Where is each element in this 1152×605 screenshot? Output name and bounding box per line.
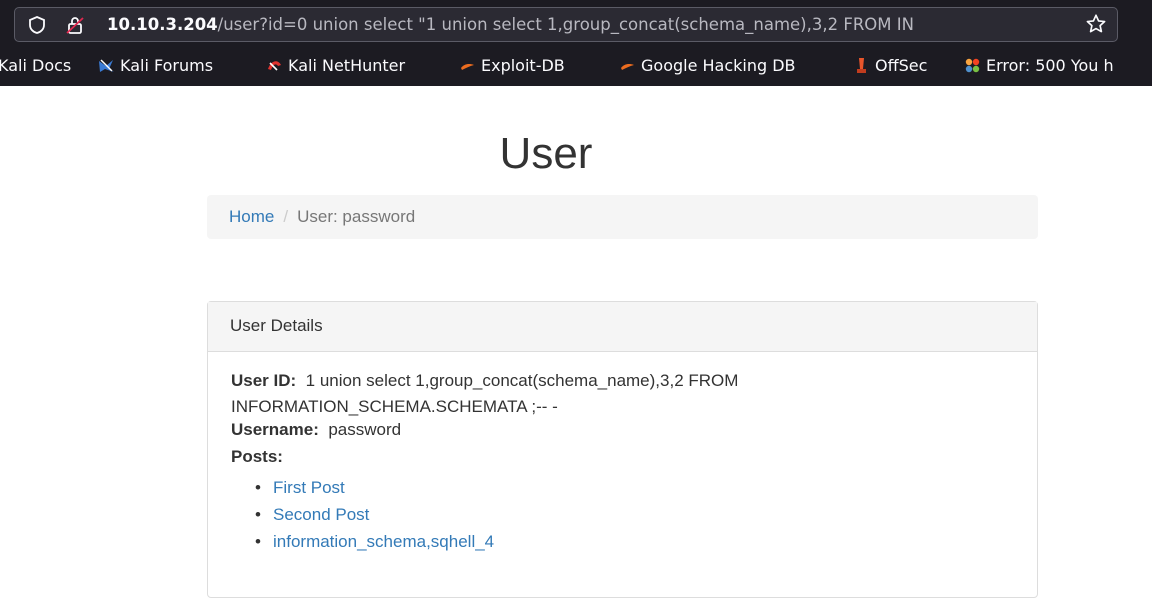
bookmark-offsec[interactable]: OffSec [853, 55, 927, 77]
list-item: Second Post [255, 501, 1014, 528]
user-id-value: 1 union select 1,group_concat(schema_nam… [231, 371, 739, 416]
bookmark-exploit-db[interactable]: Exploit-DB [459, 55, 565, 77]
breadcrumb-home-link[interactable]: Home [229, 207, 274, 226]
post-link[interactable]: information_schema,sqhell_4 [273, 532, 494, 551]
list-item: information_schema,sqhell_4 [255, 528, 1014, 555]
url-text[interactable]: 10.10.3.204/user?id=0 union select "1 un… [107, 14, 1079, 36]
url-fade [1027, 9, 1073, 40]
posts-label: Posts: [231, 447, 283, 466]
posts-list: First Post Second Post information_schem… [231, 474, 1014, 555]
bookmark-google-hacking-db[interactable]: Google Hacking DB [619, 55, 796, 77]
user-details-panel: User Details User ID: 1 union select 1,g… [207, 301, 1038, 598]
user-id-row: User ID: 1 union select 1,group_concat(s… [231, 368, 1014, 420]
google-hacking-db-icon [621, 64, 634, 70]
bookmarks-toolbar: Kali Docs Kali Forums Kali NetHunter Exp… [0, 50, 1152, 84]
bookmark-star-icon[interactable] [1085, 13, 1107, 35]
breadcrumb-separator: / [283, 207, 289, 226]
kali-nethunter-icon [268, 61, 281, 71]
username-value: password [328, 420, 402, 439]
exploit-db-icon [461, 64, 474, 70]
breadcrumb: Home / User: password [207, 195, 1038, 239]
url-host: 10.10.3.204 [107, 15, 218, 34]
bookmark-label: Kali NetHunter [288, 56, 406, 75]
insecure-lock-icon[interactable] [65, 15, 85, 35]
post-link[interactable]: First Post [273, 478, 345, 497]
user-id-label: User ID: [231, 371, 297, 390]
bookmark-kali-docs[interactable]: Kali Docs [0, 55, 71, 77]
list-item: First Post [255, 474, 1014, 501]
bookmark-kali-forums[interactable]: Kali Forums [98, 55, 213, 77]
joomla-icon [965, 58, 980, 73]
breadcrumb-current: User: password [297, 207, 416, 226]
kali-forums-icon [99, 59, 114, 72]
post-link[interactable]: Second Post [273, 505, 369, 524]
username-label: Username: [231, 420, 319, 439]
bookmark-label: Kali Docs [0, 56, 72, 75]
offsec-icon [857, 58, 866, 73]
url-bar[interactable]: 10.10.3.204/user?id=0 union select "1 un… [14, 7, 1118, 42]
url-path: /user?id=0 union select "1 union select … [217, 15, 914, 34]
bookmark-kali-nethunter[interactable]: Kali NetHunter [266, 55, 405, 77]
browser-chrome: 10.10.3.204/user?id=0 union select "1 un… [0, 0, 1152, 86]
tracking-protection-shield-icon[interactable] [27, 15, 47, 35]
bookmark-label: Google Hacking DB [641, 56, 796, 75]
panel-heading: User Details [208, 302, 1037, 352]
bookmark-label: Exploit-DB [481, 56, 565, 75]
bookmark-label: Kali Forums [120, 56, 214, 75]
panel-body: User ID: 1 union select 1,group_concat(s… [208, 352, 1037, 571]
bookmark-error-500[interactable]: Error: 500 You h [964, 55, 1114, 77]
bookmark-label: OffSec [875, 56, 928, 75]
username-row: Username: password [231, 420, 1014, 440]
page-title: User [499, 129, 593, 178]
bookmark-label: Error: 500 You h [986, 56, 1114, 75]
